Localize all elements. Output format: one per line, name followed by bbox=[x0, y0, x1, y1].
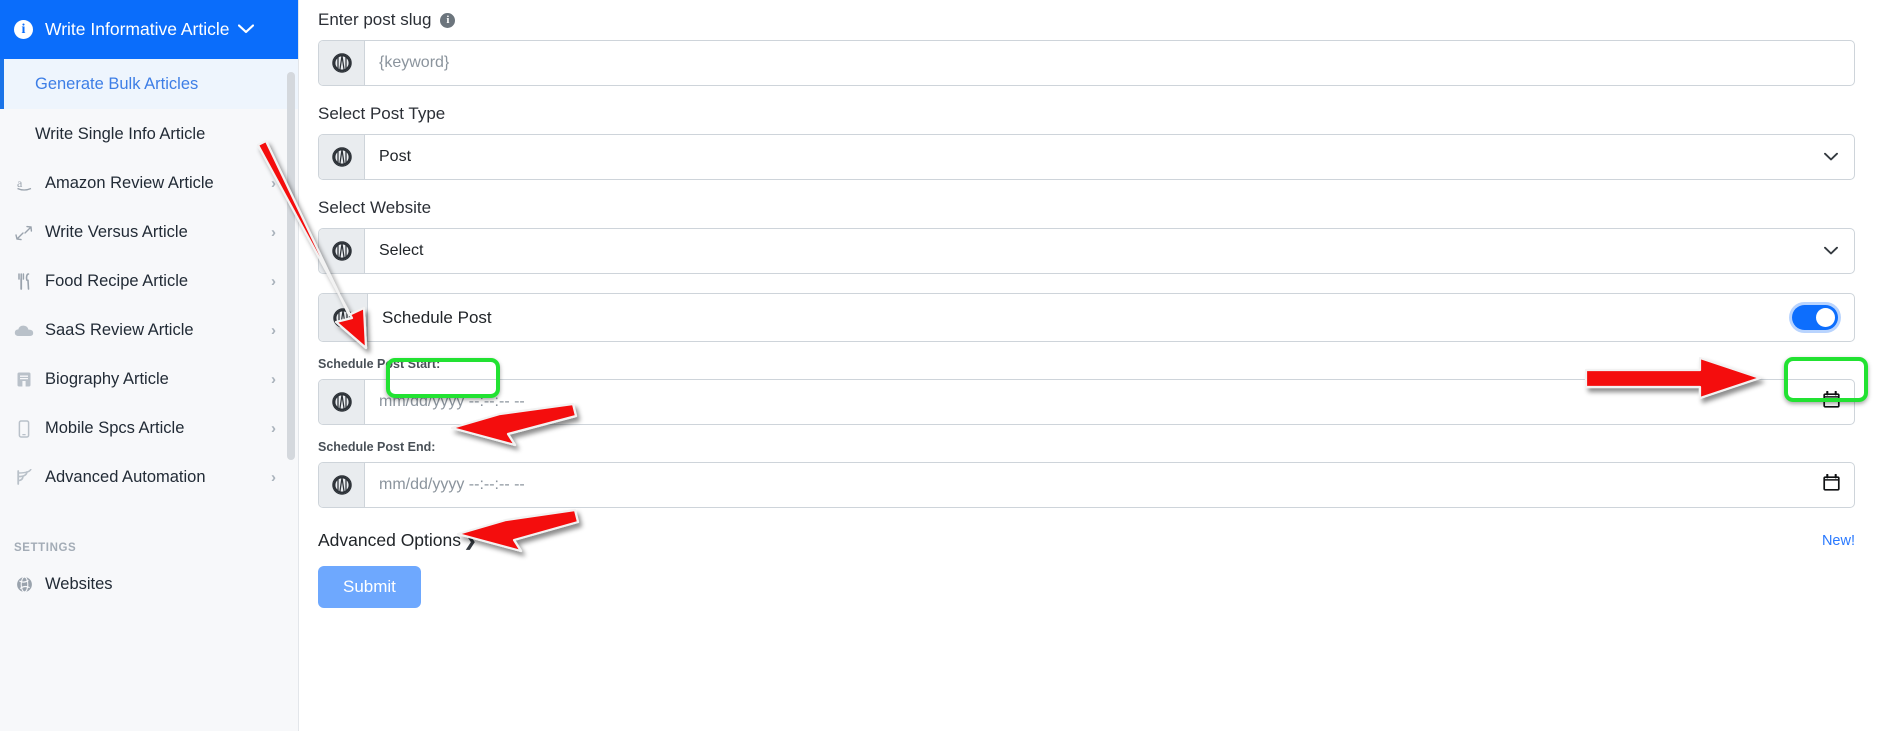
chevron-down-icon bbox=[1824, 151, 1838, 164]
advanced-options-toggle[interactable]: Advanced Options ❯ bbox=[318, 530, 477, 551]
schedule-start-datetime-input[interactable]: mm/dd/yyyy --:--:-- -- bbox=[365, 380, 1854, 424]
chevron-right-icon: ❯ bbox=[464, 532, 477, 550]
schedule-post-label: Schedule Post bbox=[382, 307, 492, 327]
sidebar-item-websites[interactable]: Websites bbox=[0, 560, 298, 609]
sidebar-item-label: Generate Bulk Articles bbox=[35, 74, 199, 93]
chevron-down-icon bbox=[237, 22, 255, 37]
submit-button[interactable]: Submit bbox=[318, 566, 421, 608]
chevron-right-icon: › bbox=[271, 371, 276, 388]
schedule-post-toggle[interactable] bbox=[1792, 305, 1838, 330]
calendar-icon[interactable] bbox=[1823, 390, 1840, 413]
schedule-post-toggle-wrap[interactable] bbox=[1792, 305, 1854, 330]
schedule-end-label: Schedule Post End: bbox=[318, 440, 436, 454]
book-icon bbox=[14, 371, 34, 388]
wordpress-icon bbox=[319, 229, 365, 273]
post-type-select[interactable]: Post bbox=[365, 135, 1854, 179]
post-type-select-group[interactable]: Post bbox=[318, 134, 1855, 180]
versus-arrows-icon bbox=[14, 225, 34, 241]
amazon-icon: a bbox=[14, 176, 34, 191]
schedule-post-body: Schedule Post bbox=[368, 294, 1854, 341]
schedule-start-input-group[interactable]: mm/dd/yyyy --:--:-- -- bbox=[318, 379, 1855, 425]
post-slug-label-row: Enter post slug i bbox=[318, 10, 1855, 30]
post-slug-label: Enter post slug bbox=[318, 10, 432, 29]
post-type-value: Post bbox=[379, 148, 412, 165]
schedule-end-datetime-input[interactable]: mm/dd/yyyy --:--:-- -- bbox=[365, 463, 1854, 507]
main-content: Enter post slug i {keyword} Select Post … bbox=[299, 0, 1877, 731]
sidebar-item-label: Write Single Info Article bbox=[35, 124, 206, 143]
wordpress-icon bbox=[319, 294, 368, 341]
sidebar-item-biography-article[interactable]: Biography Article › bbox=[0, 355, 298, 404]
wordpress-icon bbox=[319, 380, 365, 424]
info-icon[interactable]: i bbox=[440, 12, 456, 28]
sidebar-scrollbar-thumb[interactable] bbox=[287, 72, 295, 460]
sidebar-section-settings: SETTINGS bbox=[14, 542, 77, 554]
svg-text:a: a bbox=[17, 176, 23, 190]
sidebar-scrollbar[interactable] bbox=[287, 60, 295, 731]
wordpress-icon bbox=[319, 41, 365, 85]
cutlery-icon bbox=[14, 273, 34, 290]
sidebar-item-label: Biography Article bbox=[45, 370, 169, 388]
mobile-icon bbox=[14, 419, 34, 438]
chevron-right-icon: › bbox=[271, 273, 276, 290]
post-slug-input[interactable]: {keyword} bbox=[365, 41, 1854, 85]
broadcast-icon bbox=[14, 469, 34, 486]
calendar-icon[interactable] bbox=[1823, 473, 1840, 496]
chevron-right-icon: › bbox=[271, 224, 276, 241]
app-root: i Write Informative Article Generate Bul… bbox=[0, 0, 1877, 731]
chevron-right-icon: › bbox=[271, 469, 276, 486]
toggle-knob bbox=[1816, 308, 1835, 327]
sidebar-header-write-informative-article[interactable]: i Write Informative Article bbox=[0, 0, 298, 59]
schedule-end-value: mm/dd/yyyy --:--:-- -- bbox=[379, 476, 525, 493]
sidebar-item-label: Amazon Review Article bbox=[45, 174, 214, 192]
cloud-icon bbox=[14, 324, 34, 338]
advanced-options-row: Advanced Options ❯ New! bbox=[318, 530, 1855, 551]
wordpress-icon bbox=[319, 135, 365, 179]
new-badge[interactable]: New! bbox=[1822, 533, 1855, 549]
sidebar-item-label: Websites bbox=[45, 575, 113, 593]
schedule-start-label: Schedule Post Start: bbox=[318, 357, 441, 371]
sidebar-item-advanced-automation[interactable]: Advanced Automation › bbox=[0, 453, 298, 502]
chevron-right-icon: › bbox=[271, 322, 276, 339]
post-slug-input-group[interactable]: {keyword} bbox=[318, 40, 1855, 86]
schedule-post-row[interactable]: Schedule Post bbox=[318, 293, 1855, 342]
sidebar-item-amazon-review-article[interactable]: a Amazon Review Article › bbox=[0, 159, 298, 208]
sidebar: i Write Informative Article Generate Bul… bbox=[0, 0, 299, 731]
schedule-end-input-group[interactable]: mm/dd/yyyy --:--:-- -- bbox=[318, 462, 1855, 508]
sidebar-header-title: Write Informative Article bbox=[45, 19, 230, 39]
sidebar-item-label: Write Versus Article bbox=[45, 223, 188, 241]
sidebar-item-food-recipe-article[interactable]: Food Recipe Article › bbox=[0, 257, 298, 306]
sidebar-item-label: Advanced Automation bbox=[45, 468, 206, 486]
website-select-group[interactable]: Select bbox=[318, 228, 1855, 274]
sidebar-item-write-versus-article[interactable]: Write Versus Article › bbox=[0, 208, 298, 257]
sidebar-item-label: SaaS Review Article bbox=[45, 321, 194, 339]
website-label: Select Website bbox=[318, 198, 432, 217]
sidebar-item-saas-review-article[interactable]: SaaS Review Article › bbox=[0, 306, 298, 355]
post-type-label: Select Post Type bbox=[318, 104, 446, 123]
globe-icon bbox=[14, 576, 34, 593]
wordpress-icon bbox=[319, 463, 365, 507]
sidebar-item-write-single-info-article[interactable]: Write Single Info Article bbox=[0, 109, 298, 159]
advanced-options-label: Advanced Options bbox=[318, 530, 462, 550]
sidebar-item-generate-bulk-articles[interactable]: Generate Bulk Articles bbox=[0, 59, 298, 109]
sidebar-item-label: Food Recipe Article bbox=[45, 272, 189, 290]
chevron-down-icon bbox=[1824, 245, 1838, 258]
schedule-start-value: mm/dd/yyyy --:--:-- -- bbox=[379, 393, 525, 410]
website-select[interactable]: Select bbox=[365, 229, 1854, 273]
website-value: Select bbox=[379, 242, 424, 259]
chevron-right-icon: › bbox=[271, 420, 276, 437]
sidebar-item-mobile-spcs-article[interactable]: Mobile Spcs Article › bbox=[0, 404, 298, 453]
sidebar-item-label: Mobile Spcs Article bbox=[45, 419, 185, 437]
info-icon: i bbox=[14, 20, 33, 39]
chevron-right-icon: › bbox=[271, 175, 276, 192]
